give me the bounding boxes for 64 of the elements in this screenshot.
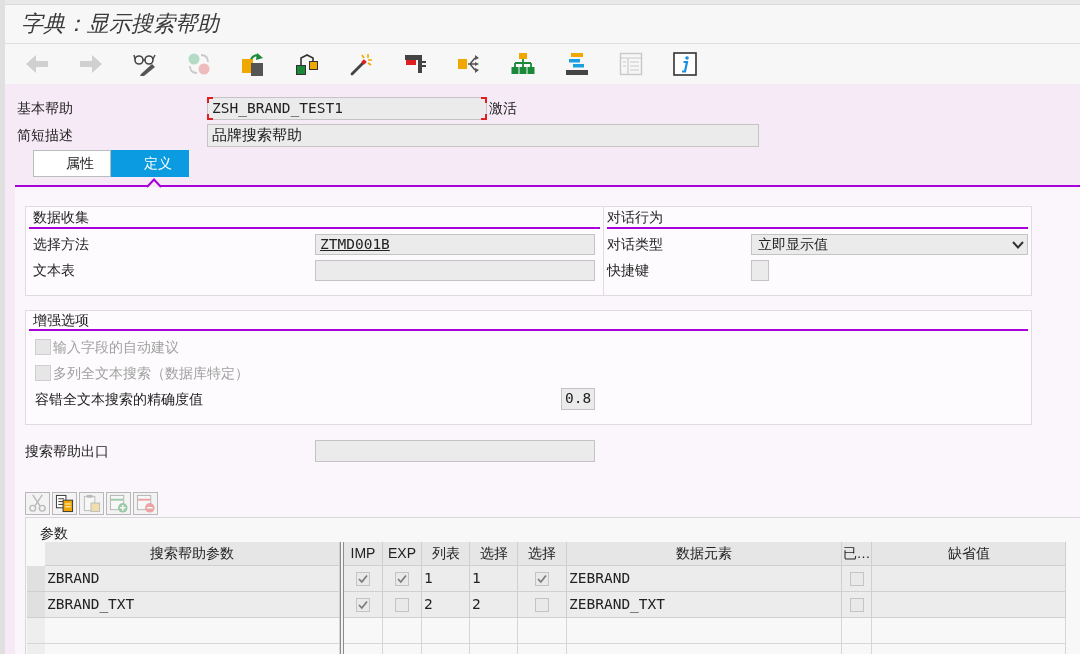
field-label: 容错全文本搜索的精确度值	[35, 389, 204, 409]
table-cell: 2	[422, 592, 470, 618]
input-field[interactable]: ZSH_BRAND_TEST1	[207, 97, 487, 120]
row-selector[interactable]	[27, 592, 45, 618]
checkbox-label: 输入字段的自动建议	[53, 337, 179, 357]
table-cell: 2	[470, 592, 518, 618]
field-label: 选择方法	[32, 235, 90, 254]
input-field[interactable]: 品牌搜索帮助	[207, 124, 759, 147]
column-header: 列表	[422, 542, 470, 566]
input-field[interactable]	[751, 260, 769, 281]
stacked-bars-icon[interactable]	[565, 52, 589, 76]
checkbox[interactable]	[395, 597, 409, 612]
column-header: IMP	[344, 542, 383, 566]
input-field[interactable]	[315, 440, 595, 462]
window-title: 字典：显示搜索帮助	[21, 13, 219, 35]
field-label: 基本帮助	[17, 99, 74, 118]
row-selector[interactable]	[27, 566, 45, 592]
checkbox[interactable]	[849, 597, 864, 612]
column-header: 已…	[842, 542, 872, 566]
clamp-icon[interactable]	[403, 52, 427, 76]
section-heading: 增强选项	[29, 311, 1028, 331]
checkbox[interactable]	[535, 597, 549, 612]
squares-arrow-icon[interactable]	[241, 52, 265, 76]
table-cell: ZEBRAND_TXT	[567, 592, 842, 618]
info-icon[interactable]	[673, 52, 697, 76]
column-header: 数据元素	[567, 542, 842, 566]
table-title: 参数	[40, 524, 68, 542]
checkbox[interactable]	[395, 571, 409, 586]
column-header: 搜索帮助参数	[45, 542, 340, 566]
table-cell: ZEBRAND	[567, 566, 842, 592]
column-header: EXP	[383, 542, 422, 566]
table-cell: 1	[470, 566, 518, 592]
table-cell	[422, 618, 470, 644]
table-cell: 1	[422, 566, 470, 592]
field-label: 搜索帮助出口	[25, 441, 110, 461]
field-label: 文本表	[32, 261, 76, 280]
field-label: 快捷键	[607, 261, 650, 280]
tab[interactable]: 属性	[33, 150, 111, 177]
column-header: 选择	[518, 542, 567, 566]
checkbox-label: 多列全文本搜索（数据库特定）	[53, 363, 249, 383]
checkbox[interactable]	[849, 571, 864, 586]
status-text: 激活	[489, 99, 517, 118]
row-selector[interactable]	[27, 618, 45, 644]
table-cell: ZBRAND	[45, 566, 340, 592]
section-heading: 对话行为	[607, 207, 1028, 229]
input-field[interactable]	[315, 260, 595, 281]
section-heading: 数据收集	[29, 207, 600, 229]
magic-wand-icon[interactable]	[349, 52, 373, 76]
chevron-down-icon	[1012, 240, 1024, 249]
org-chart-icon[interactable]	[511, 52, 535, 76]
field-label: 简短描述	[17, 126, 74, 145]
input-field[interactable]: ZTMD001B	[315, 234, 595, 255]
hierarchy-icon[interactable]	[295, 52, 319, 76]
checkbox[interactable]	[356, 571, 370, 586]
dropdown[interactable]: 立即显示值	[751, 234, 1028, 255]
glasses-pencil-icon[interactable]	[133, 52, 157, 76]
input-field[interactable]: 0.8	[561, 388, 595, 410]
checkbox[interactable]	[356, 597, 370, 612]
column-header: 选择	[470, 542, 518, 566]
field-label: 对话类型	[607, 235, 664, 254]
table-cell	[470, 618, 518, 644]
table-cell: ZBRAND_TXT	[45, 592, 340, 618]
square-arrows-icon[interactable]	[457, 52, 481, 76]
checkbox[interactable]	[535, 571, 549, 586]
